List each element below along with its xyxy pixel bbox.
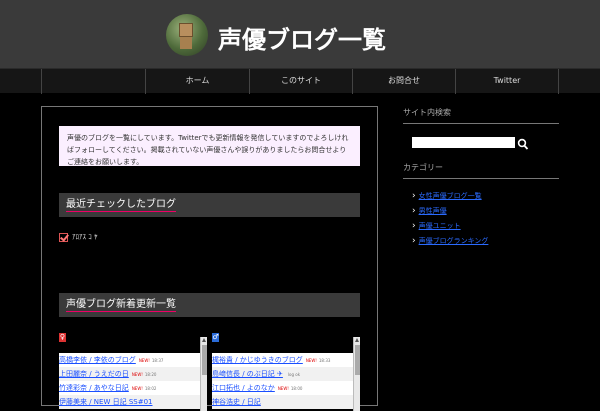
recent-check-item[interactable]: ｱﾛｱｽ ｺ ﾔ bbox=[59, 232, 97, 242]
update-time: 18:02 bbox=[144, 386, 157, 391]
blog-link[interactable]: 島﨑信長 / のぶ日記 ✈ bbox=[212, 370, 283, 378]
nav-item-contact-label: お問合せ bbox=[388, 76, 420, 85]
new-badge: NEW! bbox=[305, 358, 317, 363]
nav-item-contact[interactable]: お問合せ bbox=[352, 69, 455, 94]
new-updates-heading: 声優ブログ新着更新一覧 bbox=[59, 293, 360, 317]
sidebar-search-heading: サイト内検索 bbox=[403, 107, 559, 124]
nav-item-twitter[interactable]: Twitter bbox=[455, 69, 559, 94]
sidebar-link-male[interactable]: 男性声優 bbox=[412, 206, 447, 216]
scroll-up-icon[interactable] bbox=[355, 338, 359, 342]
list-item[interactable]: 高橋李依 / 李依のブログ NEW! 18:37 bbox=[59, 353, 200, 367]
blog-link[interactable]: 伊藤美来 / NEW 日記 SS#01 bbox=[59, 398, 153, 406]
nav-item-about-label: このサイト bbox=[281, 76, 321, 85]
site-logo-avatar[interactable] bbox=[166, 14, 208, 56]
list-item[interactable]: 伊藤美来 / NEW 日記 SS#01 bbox=[59, 395, 200, 409]
sidebar-link-female[interactable]: 女性声優ブログ一覧 bbox=[412, 191, 482, 201]
sidebar-category-heading: カテゴリー bbox=[403, 162, 559, 179]
site-header: 声優ブログ一覧 bbox=[0, 0, 600, 68]
search-button[interactable] bbox=[517, 136, 529, 150]
scroll-up-icon[interactable] bbox=[202, 338, 206, 342]
global-nav: ホーム このサイト お問合せ Twitter bbox=[0, 68, 600, 94]
avatar-figure-body bbox=[180, 37, 192, 49]
list-item[interactable]: 上田麗奈 / うえだの日 NEW! 18:20 bbox=[59, 367, 200, 381]
checkbox-icon[interactable] bbox=[59, 232, 68, 242]
list-item[interactable]: 島﨑信長 / のぶ日記 ✈ log ok bbox=[212, 367, 353, 381]
avatar-figure-head bbox=[179, 23, 193, 37]
blog-link[interactable]: 神谷浩史 / 日記 bbox=[212, 398, 261, 406]
list-item[interactable]: 神谷浩史 / 日記 bbox=[212, 395, 353, 409]
list-item[interactable]: 江口拓也 / よのなか NEW! 18:00 bbox=[212, 381, 353, 395]
recent-check-heading-label: 最近チェックしたブログ bbox=[66, 199, 176, 212]
new-badge: NEW! bbox=[138, 358, 150, 363]
search-input[interactable] bbox=[412, 137, 515, 148]
blog-link[interactable]: 高橋李依 / 李依のブログ bbox=[59, 356, 136, 364]
new-badge: NEW! bbox=[131, 372, 143, 377]
list-item[interactable]: 梶裕貴 / かじゆうきのブログ NEW! 18:33 bbox=[212, 353, 353, 367]
main-content: 声優のブログを一覧にしています。Twitterでも更新情報を発信していますのでよ… bbox=[41, 106, 378, 411]
nav-item-home[interactable]: ホーム bbox=[145, 69, 249, 94]
intro-text: 声優のブログを一覧にしています。Twitterでも更新情報を発信していますのでよ… bbox=[59, 126, 360, 166]
male-blog-list[interactable]: 梶裕貴 / かじゆうきのブログ NEW! 18:33 島﨑信長 / のぶ日記 ✈ lo… bbox=[212, 331, 360, 411]
update-time: 18:33 bbox=[318, 358, 331, 363]
new-badge: NEW! bbox=[277, 386, 289, 391]
site-title[interactable]: 声優ブログ一覧 bbox=[218, 20, 386, 55]
recent-check-heading: 最近チェックしたブログ bbox=[59, 193, 360, 217]
update-time: 18:20 bbox=[144, 372, 157, 377]
new-badge: NEW! bbox=[131, 386, 143, 391]
scroll-thumb[interactable] bbox=[202, 345, 207, 375]
nav-item-twitter-label: Twitter bbox=[493, 76, 521, 85]
sidebar-link-ranking[interactable]: 声優ブログランキング bbox=[412, 236, 489, 246]
recent-check-text: ｱﾛｱｽ ｺ ﾔ bbox=[72, 233, 98, 241]
scroll-thumb[interactable] bbox=[355, 345, 360, 375]
update-time: 18:37 bbox=[151, 358, 164, 363]
new-updates-heading-label: 声優ブログ新着更新一覧 bbox=[66, 299, 176, 312]
blog-link[interactable]: 上田麗奈 / うえだの日 bbox=[59, 370, 129, 378]
sidebar-link-units[interactable]: 声優ユニット bbox=[412, 221, 461, 231]
female-blog-list[interactable]: 高橋李依 / 李依のブログ NEW! 18:37 上田麗奈 / うえだの日 NEW! 1… bbox=[59, 331, 207, 411]
nav-item-about[interactable]: このサイト bbox=[249, 69, 352, 94]
nav-item-home-label: ホーム bbox=[185, 76, 210, 85]
blog-link[interactable]: 竹達彩奈 / あやな日記 bbox=[59, 384, 129, 392]
update-time: log ok bbox=[287, 372, 301, 377]
list-item[interactable]: 竹達彩奈 / あやな日記 NEW! 18:02 bbox=[59, 381, 200, 395]
blog-link[interactable]: 梶裕貴 / かじゆうきのブログ bbox=[212, 356, 303, 364]
update-time: 18:00 bbox=[290, 386, 303, 391]
blog-link[interactable]: 江口拓也 / よのなか bbox=[212, 384, 275, 392]
search-icon bbox=[517, 138, 529, 150]
nav-spacer bbox=[41, 69, 145, 94]
